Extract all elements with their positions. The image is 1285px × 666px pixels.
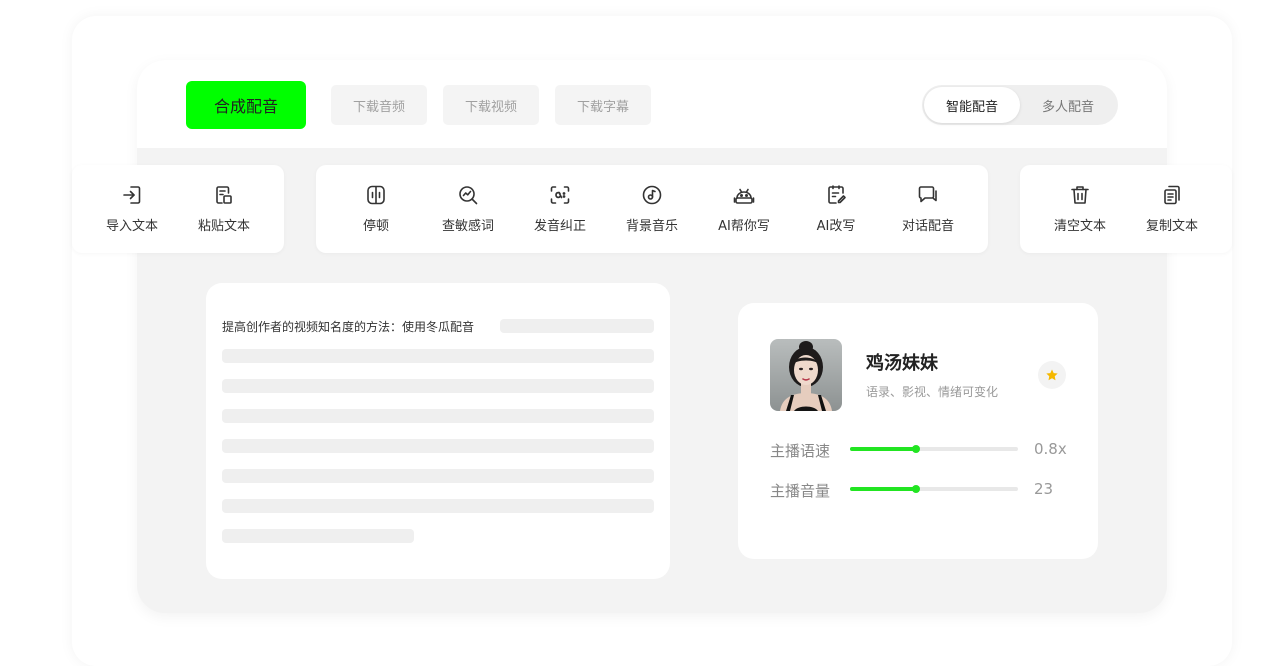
tool-label: 停顿 [362,219,389,234]
placeholder-line [222,379,654,393]
download-subtitle-button[interactable]: 下载字幕 [555,85,651,125]
tool-label: 清空文本 [1053,219,1106,234]
sensitive-word-tool[interactable]: 查敏感词 [424,165,512,253]
mode-toggle: 智能配音 多人配音 [922,85,1118,125]
tool-label: 导入文本 [105,219,158,234]
mode-smart-dubbing[interactable]: 智能配音 [924,87,1020,123]
volume-slider-handle[interactable] [911,485,920,493]
tool-label: 发音纠正 [533,219,586,234]
placeholder-line [222,469,654,483]
dialog-dubbing-tool[interactable]: 对话配音 [884,165,972,253]
import-icon [123,186,141,204]
robot-icon [733,188,755,204]
download-audio-button[interactable]: 下载音频 [331,85,427,125]
trash-icon [1071,186,1089,204]
placeholder-line [222,529,414,543]
volume-slider[interactable] [850,485,1018,493]
background-music-tool[interactable]: 背景音乐 [608,165,696,253]
pronunciation-icon [550,186,570,204]
mode-multi-voice[interactable]: 多人配音 [1020,87,1116,123]
toolbar-center: 停顿 查敏感词 发音纠正 背景音乐 AI帮你写 AI改写 对话配音 [316,165,988,253]
placeholder-line [222,439,654,453]
text-editor[interactable]: 提高创作者的视频知名度的方法：使用冬瓜配音 [206,283,670,579]
voice-card: 鸡汤妹妹 语录、影视、情绪可变化 主播语速 0.8x 主播音量 23 [738,303,1098,559]
speed-label: 主播语速 [770,442,831,460]
placeholder-line [222,349,654,363]
speed-slider-handle[interactable] [911,445,920,453]
music-icon [642,185,662,205]
ai-rewrite-tool[interactable]: AI改写 [792,165,880,253]
tool-label: 复制文本 [1145,219,1198,234]
speed-value: 0.8x [1034,440,1067,458]
copy-text-tool[interactable]: 复制文本 [1128,165,1216,253]
favorite-button[interactable] [1038,361,1066,389]
dialog-icon [918,186,937,203]
voice-name: 鸡汤妹妹 [866,353,938,374]
copy-icon [1164,185,1180,205]
clear-text-tool[interactable]: 清空文本 [1036,165,1124,253]
volume-value: 23 [1034,480,1054,498]
volume-label: 主播音量 [770,482,831,500]
pause-tool[interactable]: 停顿 [332,165,420,253]
placeholder-line [222,409,654,423]
toolbar-left: 导入文本 粘贴文本 [72,165,284,253]
ai-write-tool[interactable]: AI帮你写 [700,165,788,253]
rewrite-icon [828,185,846,204]
search-chart-icon [459,186,478,205]
import-text-tool[interactable]: 导入文本 [88,165,176,253]
star-icon [1046,369,1058,381]
volume-slider-fill [850,487,916,491]
tool-label: AI帮你写 [718,219,770,234]
download-video-button[interactable]: 下载视频 [443,85,539,125]
synthesize-button[interactable]: 合成配音 [186,81,306,129]
tool-label: AI改写 [816,219,856,234]
editor-first-line: 提高创作者的视频知名度的方法：使用冬瓜配音 [222,320,475,334]
tool-label: 背景音乐 [625,219,678,234]
voice-description: 语录、影视、情绪可变化 [866,385,999,399]
placeholder-line [222,499,654,513]
tool-label: 粘贴文本 [197,219,250,234]
tool-label: 查敏感词 [441,219,494,234]
speed-slider[interactable] [850,445,1018,453]
tool-label: 对话配音 [901,219,954,234]
paste-text-tool[interactable]: 粘贴文本 [180,165,268,253]
paste-icon [216,186,232,204]
toolbar-right: 清空文本 复制文本 [1020,165,1232,253]
speed-slider-fill [850,447,916,451]
voice-avatar[interactable] [770,339,842,411]
pause-icon [367,185,385,205]
pronunciation-tool[interactable]: 发音纠正 [516,165,604,253]
placeholder-line [500,319,654,333]
top-action-bar: 合成配音 下载音频 下载视频 下载字幕 智能配音 多人配音 [137,60,1167,148]
